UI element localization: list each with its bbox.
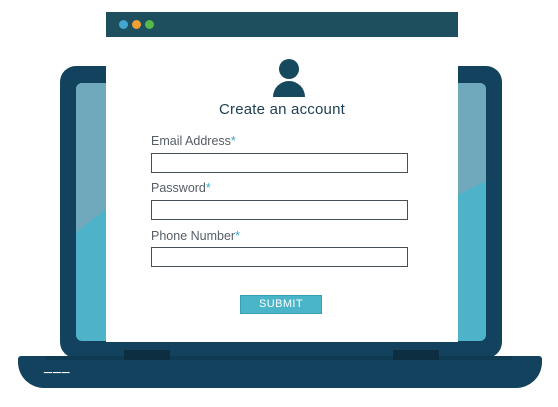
submit-button[interactable]: SUBMIT bbox=[240, 295, 322, 314]
laptop-base bbox=[18, 356, 542, 388]
phone-label-text: Phone Number bbox=[151, 229, 236, 243]
laptop-hinge-right bbox=[393, 350, 439, 360]
window-dot-green-icon[interactable] bbox=[145, 20, 154, 29]
window-dot-orange-icon[interactable] bbox=[132, 20, 141, 29]
phone-label: Phone Number* bbox=[151, 229, 240, 243]
required-marker: * bbox=[205, 181, 211, 195]
email-label-text: Email Address bbox=[151, 134, 231, 148]
window-titlebar bbox=[106, 12, 458, 37]
password-field[interactable] bbox=[151, 200, 408, 220]
required-marker: * bbox=[230, 134, 236, 148]
browser-window: Create an account Email Address* Passwor… bbox=[106, 12, 458, 342]
password-label-text: Password bbox=[151, 181, 206, 195]
phone-field[interactable] bbox=[151, 247, 408, 267]
email-label: Email Address* bbox=[151, 134, 236, 148]
laptop-hinge bbox=[46, 356, 512, 360]
required-marker: * bbox=[235, 229, 240, 243]
email-field[interactable] bbox=[151, 153, 408, 173]
window-dot-blue-icon[interactable] bbox=[119, 20, 128, 29]
form-title: Create an account bbox=[219, 101, 345, 118]
laptop-hinge-left bbox=[124, 350, 170, 360]
password-label: Password* bbox=[151, 181, 211, 195]
base-indicator: ─── bbox=[44, 366, 71, 381]
laptop-illustration: ─── Create an account Email Address* Pas… bbox=[0, 0, 558, 407]
user-avatar-icon bbox=[273, 59, 305, 99]
